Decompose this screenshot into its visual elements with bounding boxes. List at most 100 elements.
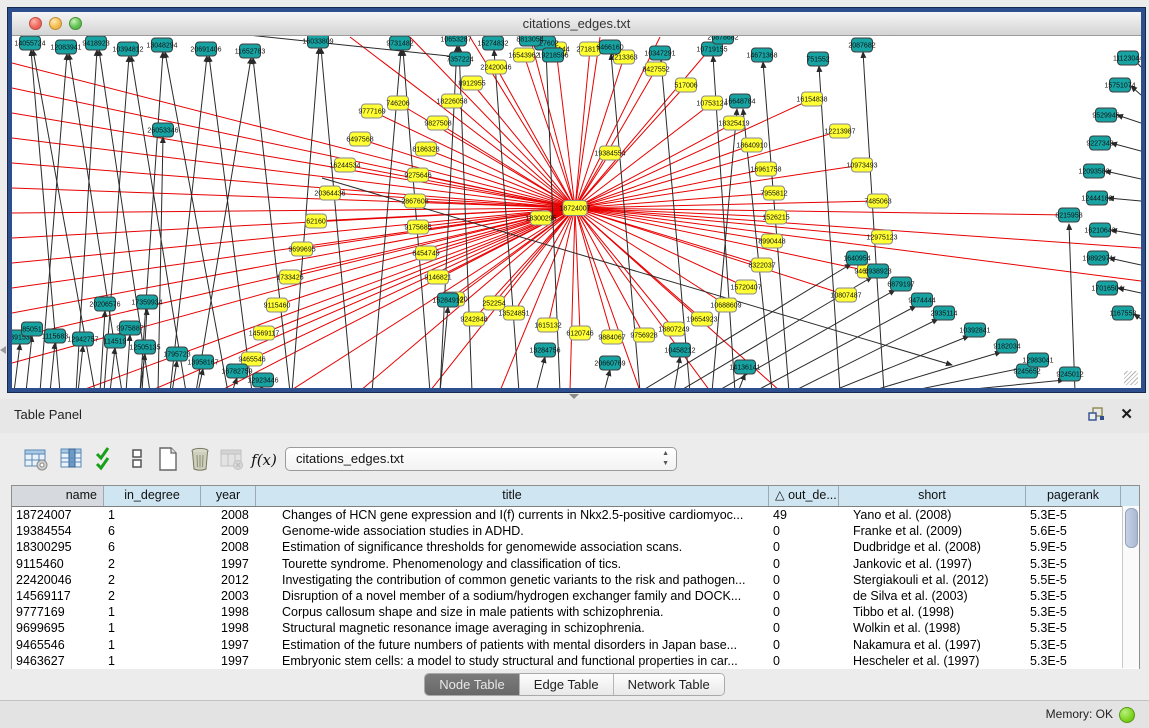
black-edge[interactable] xyxy=(14,344,20,388)
minimize-window-button[interactable] xyxy=(49,17,62,30)
cell-name: 9465546 xyxy=(12,637,104,653)
red-edge[interactable] xyxy=(570,208,575,388)
network-graph[interactable]: 9827508818632892756462867608917568584547… xyxy=(12,36,1141,388)
panel-collapse-arrow-icon[interactable] xyxy=(0,346,6,354)
table-row[interactable]: 977716911998Corpus callosum shape and si… xyxy=(12,604,1139,620)
black-edge[interactable] xyxy=(830,336,969,388)
table-row[interactable]: 1872400712008Changes of HCN gene express… xyxy=(12,507,1139,523)
red-edge[interactable] xyxy=(12,63,575,208)
function-builder-button[interactable]: f(x) xyxy=(248,444,280,476)
graph-node-label: 9756928 xyxy=(630,333,657,340)
close-window-button[interactable] xyxy=(29,17,42,30)
tab-network-table[interactable]: Network Table xyxy=(614,674,724,695)
table-row[interactable]: 911546021997Tourette syndrome. Phenomeno… xyxy=(12,556,1139,572)
cell-indegree: 2 xyxy=(104,572,201,588)
table-row[interactable]: 1456911722003Disruption of a novel membe… xyxy=(12,588,1139,604)
red-edge[interactable] xyxy=(575,208,746,287)
black-edge[interactable] xyxy=(198,369,203,388)
tab-node-table[interactable]: Node Table xyxy=(425,674,520,695)
graph-node-label: 12083941 xyxy=(50,45,81,52)
column-header-outde[interactable]: △ out_de... xyxy=(769,486,839,506)
red-edge[interactable] xyxy=(575,69,656,208)
cell-year: 1997 xyxy=(201,556,256,572)
table-row[interactable]: 1830029562008Estimation of significance … xyxy=(12,539,1139,555)
table-row[interactable]: 2242004622012Investigating the contribut… xyxy=(12,572,1139,588)
black-edge[interactable] xyxy=(661,60,690,388)
graph-node-label: 10973493 xyxy=(846,163,877,170)
black-edge[interactable] xyxy=(674,357,680,388)
table-row[interactable]: 946554611997Estimation of the future num… xyxy=(12,637,1139,653)
graph-node-label: 13524851 xyxy=(498,311,529,318)
new-file-button[interactable] xyxy=(152,444,184,476)
red-edge[interactable] xyxy=(12,163,575,208)
zoom-window-button[interactable] xyxy=(69,17,82,30)
select-rows-button[interactable] xyxy=(90,444,122,476)
black-edge[interactable] xyxy=(196,58,251,388)
table-row[interactable]: 969969511998Structural magnetic resonanc… xyxy=(12,620,1139,636)
black-edge[interactable] xyxy=(1108,198,1141,201)
black-edge[interactable] xyxy=(1111,143,1141,151)
black-edge[interactable] xyxy=(738,374,745,388)
table-select-dropdown[interactable]: citations_edges.txt ▲▼ xyxy=(285,447,677,471)
red-edge[interactable] xyxy=(530,37,575,208)
graph-node-label: 8322037 xyxy=(748,263,775,270)
column-header-title[interactable]: title xyxy=(256,486,769,506)
cell-outde: 0 xyxy=(769,523,839,539)
black-edge[interactable] xyxy=(100,311,105,388)
graph-node-label: 16648784 xyxy=(724,99,755,106)
black-edge[interactable] xyxy=(944,380,1064,388)
black-edge[interactable] xyxy=(50,343,55,388)
black-edge[interactable] xyxy=(1105,171,1141,179)
black-edge[interactable] xyxy=(604,370,610,388)
red-edge[interactable] xyxy=(575,85,686,208)
red-edge[interactable] xyxy=(575,208,580,333)
black-edge[interactable] xyxy=(209,56,252,388)
black-edge[interactable] xyxy=(1069,224,1075,388)
red-edge[interactable] xyxy=(575,208,702,319)
cell-title: Investigating the contribution of common… xyxy=(256,572,769,588)
window-titlebar[interactable]: citations_edges.txt xyxy=(12,12,1141,36)
table-settings-button[interactable] xyxy=(20,444,52,476)
column-header-short[interactable]: short xyxy=(839,486,1026,506)
vertical-scrollbar[interactable] xyxy=(1122,506,1139,668)
column-header-year[interactable]: year xyxy=(201,486,256,506)
black-edge[interactable] xyxy=(536,357,545,388)
black-edge[interactable] xyxy=(1117,115,1141,123)
red-edge[interactable] xyxy=(372,111,575,208)
red-edge[interactable] xyxy=(12,113,575,208)
cell-title: Tourette syndrome. Phenomenology and cla… xyxy=(256,556,769,572)
cell-title: Genome-wide association studies in ADHD. xyxy=(256,523,769,539)
table-row[interactable]: 946362711997Embryonic stem cells: a mode… xyxy=(12,653,1139,669)
column-header-pagerank[interactable]: pagerank xyxy=(1026,486,1121,506)
graph-node-label: 12923446 xyxy=(247,378,278,385)
red-edge[interactable] xyxy=(556,49,575,208)
black-edge[interactable] xyxy=(165,52,228,388)
red-edge[interactable] xyxy=(575,208,612,337)
black-edge[interactable] xyxy=(170,56,207,388)
graph-node-label: 12983041 xyxy=(1022,358,1053,365)
red-edge[interactable] xyxy=(575,131,840,208)
float-panel-icon[interactable] xyxy=(1088,407,1105,427)
resize-grip[interactable] xyxy=(1124,371,1138,385)
graph-node-label: 19654923 xyxy=(686,317,717,324)
scrollbar-thumb[interactable] xyxy=(1125,508,1138,548)
network-canvas[interactable]: 9827508818632892756462867608917568584547… xyxy=(12,36,1141,388)
black-edge[interactable] xyxy=(110,348,115,388)
black-edge[interactable] xyxy=(126,335,130,388)
delete-table-button[interactable] xyxy=(184,444,216,476)
column-chooser-button[interactable] xyxy=(56,444,88,476)
node-table: namein_degreeyeartitle△ out_de...shortpa… xyxy=(11,485,1140,669)
tab-edge-table[interactable]: Edge Table xyxy=(520,674,614,695)
close-panel-icon[interactable]: ✕ xyxy=(1120,405,1133,423)
red-edge[interactable] xyxy=(575,208,772,241)
table-row[interactable]: 1938455462009Genome-wide association stu… xyxy=(12,523,1139,539)
column-header-indegree[interactable]: in_degree xyxy=(104,486,201,506)
row-height-button[interactable] xyxy=(121,444,153,476)
red-edge[interactable] xyxy=(575,208,726,305)
graph-node-label: 10347291 xyxy=(644,51,675,58)
black-edge[interactable] xyxy=(863,52,884,388)
black-edge[interactable] xyxy=(868,352,1001,388)
black-edge[interactable] xyxy=(1109,258,1141,265)
column-header-name[interactable]: name xyxy=(12,486,104,506)
red-edge[interactable] xyxy=(575,165,862,208)
